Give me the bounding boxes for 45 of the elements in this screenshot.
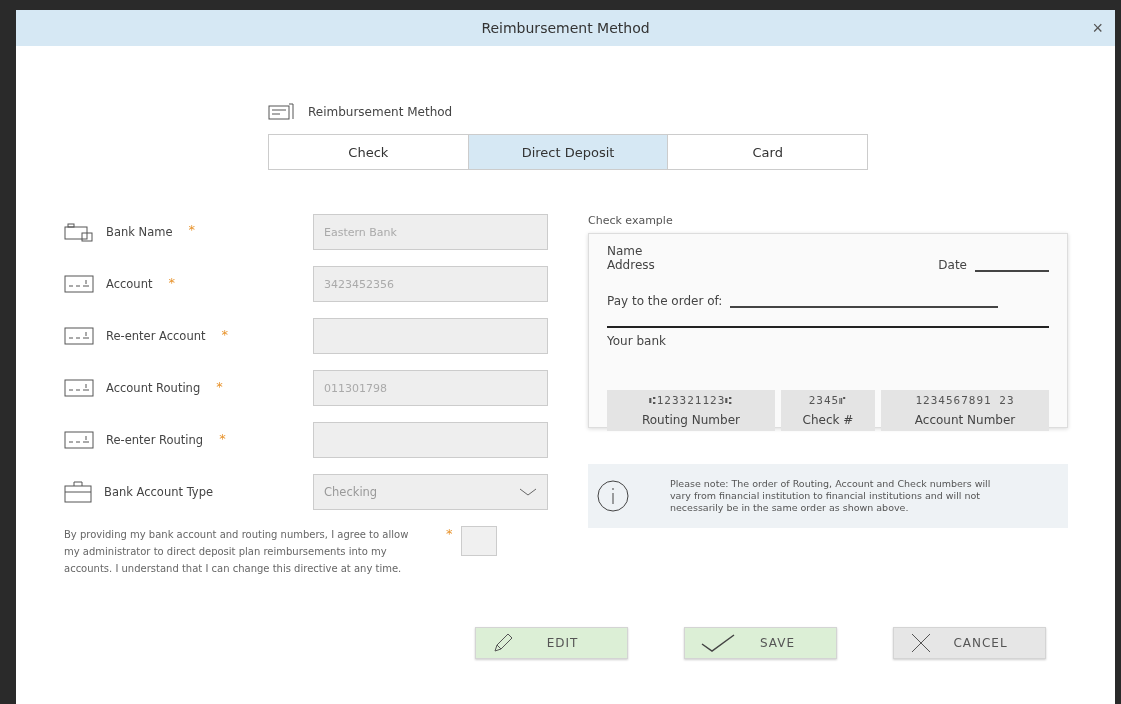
method-tab[interactable]: Direct Deposit	[468, 135, 669, 169]
check-icon	[268, 103, 294, 121]
field-label: Account Routing	[106, 381, 201, 395]
field-label: Bank Account Type	[104, 485, 214, 499]
check-text: Name	[607, 244, 644, 258]
window-title: Reimbursement Method	[481, 20, 650, 36]
input-field[interactable]	[313, 318, 548, 354]
consent-checkbox[interactable]	[460, 526, 497, 556]
checkmark-icon	[701, 634, 735, 652]
cancel-button[interactable]: CANCEL	[893, 627, 1046, 659]
section-title: Reimbursement Method	[308, 105, 453, 119]
check-text: Pay to the order of:	[607, 294, 723, 308]
check-text: Address	[607, 258, 655, 272]
close-button[interactable]: ×	[1092, 18, 1103, 38]
card-icon	[64, 379, 94, 397]
chevron-down-icon	[519, 488, 537, 496]
check-text: Date	[938, 258, 967, 272]
card-icon	[64, 275, 94, 293]
field-label: Re-enter Routing	[106, 433, 204, 447]
card-icon	[64, 327, 94, 345]
required-mark: *	[221, 327, 228, 342]
check-text: Your bank	[607, 334, 667, 348]
close-icon	[910, 632, 932, 654]
field-label: Account	[106, 277, 153, 291]
field-label: Re-enter Account	[106, 329, 206, 343]
briefcase-icon	[64, 481, 92, 503]
required-mark: *	[446, 526, 453, 541]
note-text: Please note: The order of Routing, Account and Check numbers will vary from financial institution to financial institutions and will not necessarily be in the same order as shown above.	[670, 478, 992, 514]
card-icon	[64, 431, 94, 449]
check-number-field: 1234567891 23 Account Number	[881, 390, 1049, 431]
info-icon	[596, 479, 630, 513]
check-number-field: ⑆123321123⑆ Routing Number	[607, 390, 775, 431]
pencil-icon	[492, 632, 514, 654]
input-field[interactable]	[313, 422, 548, 458]
required-mark: *	[168, 275, 175, 290]
required-mark: *	[219, 431, 226, 446]
field-label: Bank Name	[106, 225, 173, 239]
bank-card-icon	[64, 222, 94, 242]
check-number-field: 2345⑈ Check #	[780, 390, 876, 431]
required-mark: *	[188, 222, 195, 237]
edit-button[interactable]: EDIT	[475, 627, 628, 659]
save-button[interactable]: SAVE	[684, 627, 837, 659]
consent-text: By providing my bank account and routing numbers, I agree to allow my administrator to direct deposit plan reimbursements into my accounts. I understand that I can change this directive at any time.	[64, 528, 410, 576]
check-example-title: Check example	[588, 214, 674, 227]
required-mark: *	[216, 379, 223, 394]
